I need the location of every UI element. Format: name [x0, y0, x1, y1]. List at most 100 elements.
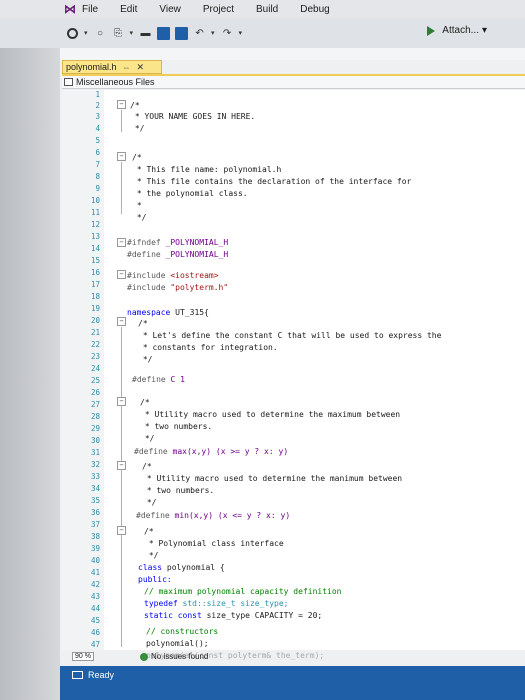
line-number: 45 [90, 616, 100, 625]
fold-toggle-icon[interactable]: − [117, 270, 126, 279]
line-number: 6 [95, 148, 100, 157]
line-number: 37 [90, 520, 100, 529]
menu-build[interactable]: Build [256, 4, 278, 15]
code-editor[interactable] [62, 90, 525, 650]
line-number: 32 [90, 460, 100, 469]
fold-toggle-icon[interactable]: − [117, 317, 126, 326]
fold-guide [121, 327, 122, 647]
code-line-36: */ [142, 498, 157, 507]
pin-tab-icon[interactable]: ⇔ [123, 63, 131, 72]
code-line-2: /* [130, 101, 140, 110]
fold-toggle-icon[interactable]: − [117, 100, 126, 109]
line-number: 33 [90, 472, 100, 481]
menu-debug[interactable]: Debug [300, 4, 329, 15]
line-number: 2 [95, 101, 100, 110]
back-dropdown-icon[interactable]: ▾ [84, 29, 88, 37]
document-tab[interactable]: polynomial.h ⇔ ✕ [62, 60, 162, 74]
code-line-48: // constructors [146, 627, 219, 636]
code-line-44: // maximum polynomial capacity definitio… [144, 587, 342, 596]
line-number: 10 [90, 196, 100, 205]
code-line-22: * constants for integration. [138, 343, 278, 352]
line-number: 3 [95, 112, 100, 121]
menu-edit[interactable]: Edit [120, 4, 137, 15]
code-line-17: #include "polyterm.h" [127, 283, 229, 292]
menu-file[interactable]: File [82, 4, 98, 15]
code-line-3: * YOUR NAME GOES IN HERE. [130, 112, 256, 121]
undo-dropdown-icon[interactable]: ▾ [211, 29, 215, 37]
code-line-29: * two numbers. [140, 422, 213, 431]
line-number: 47 [90, 640, 100, 649]
close-tab-icon[interactable]: ✕ [137, 62, 145, 73]
menu-project[interactable]: Project [203, 4, 234, 15]
line-number: 8 [95, 172, 100, 181]
code-line-10: * [132, 201, 142, 210]
code-line-35: * two numbers. [142, 486, 215, 495]
code-line-40: * Polynomial class interface [144, 539, 284, 548]
line-number: 27 [90, 400, 100, 409]
line-number: 22 [90, 340, 100, 349]
save-icon[interactable] [157, 26, 171, 40]
scope-dropdown[interactable]: Miscellaneous Files [62, 76, 525, 89]
code-line-30: */ [140, 434, 155, 443]
code-line-34: * Utility macro used to determine the ma… [142, 474, 403, 483]
code-line-45: typedef std::size_t size_type; [144, 599, 289, 608]
code-line-4: */ [130, 124, 145, 133]
line-number: 38 [90, 532, 100, 541]
ide-window: ⋈ File Edit View Project Build Debug ▾ ○… [0, 0, 525, 700]
code-line-46: static const size_type CAPACITY = 20; [144, 611, 323, 620]
line-number: 16 [90, 268, 100, 277]
line-number: 41 [90, 568, 100, 577]
visual-studio-logo-icon: ⋈ [64, 2, 76, 16]
code-line-14: #define _POLYNOMIAL_H [127, 250, 229, 259]
new-item-dropdown-icon[interactable]: ▾ [130, 29, 134, 37]
line-number: 28 [90, 412, 100, 421]
zoom-level[interactable]: 90 % [72, 652, 94, 661]
line-number: 12 [90, 220, 100, 229]
line-number: 19 [90, 304, 100, 313]
photo-left-margin [0, 48, 60, 700]
issues-indicator[interactable]: No issues found [140, 652, 208, 661]
project-scope-icon [64, 78, 73, 86]
attach-dropdown-icon[interactable]: ▾ [482, 25, 487, 36]
code-line-49: polynomial(); [146, 639, 209, 648]
code-line-43: public: [138, 575, 172, 584]
line-number: 25 [90, 376, 100, 385]
code-line-20: /* [138, 319, 148, 328]
fold-toggle-icon[interactable]: − [117, 397, 126, 406]
code-line-9: * the polynomial class. [132, 189, 248, 198]
save-all-icon[interactable] [175, 26, 189, 40]
line-number: 36 [90, 508, 100, 517]
line-number: 26 [90, 388, 100, 397]
attach-button[interactable]: Attach... ▾ [427, 25, 487, 36]
status-ready: Ready [88, 670, 115, 680]
line-number: 43 [90, 592, 100, 601]
line-number: 1 [95, 90, 100, 99]
forward-navigation-icon[interactable]: ○ [94, 27, 107, 40]
code-line-41: */ [144, 551, 159, 560]
code-line-25: #define C 1 [132, 375, 185, 384]
fold-toggle-icon[interactable]: − [117, 238, 126, 247]
back-navigation-icon[interactable] [66, 27, 79, 40]
code-line-7: * This file name: polynomial.h [132, 165, 282, 174]
new-item-icon[interactable]: ⎘ [112, 27, 125, 40]
line-number: 7 [95, 160, 100, 169]
code-line-19: namespace UT_315{ [127, 308, 209, 317]
status-window-icon [72, 671, 83, 679]
fold-guide [121, 110, 122, 132]
line-number: 42 [90, 580, 100, 589]
fold-toggle-icon[interactable]: − [117, 461, 126, 470]
redo-dropdown-icon[interactable]: ▾ [239, 29, 243, 37]
line-number: 15 [90, 256, 100, 265]
line-number: 14 [90, 244, 100, 253]
fold-toggle-icon[interactable]: − [117, 152, 126, 161]
code-line-28: * Utility macro used to determine the ma… [140, 410, 401, 419]
undo-icon[interactable]: ↶ [193, 27, 206, 40]
code-line-11: */ [132, 213, 147, 222]
line-number: 21 [90, 328, 100, 337]
open-file-icon[interactable]: ▬ [139, 27, 152, 40]
redo-icon[interactable]: ↷ [221, 27, 234, 40]
fold-toggle-icon[interactable]: − [117, 526, 126, 535]
code-line-33: /* [142, 462, 152, 471]
code-line-39: /* [144, 527, 154, 536]
menu-view[interactable]: View [159, 4, 181, 15]
